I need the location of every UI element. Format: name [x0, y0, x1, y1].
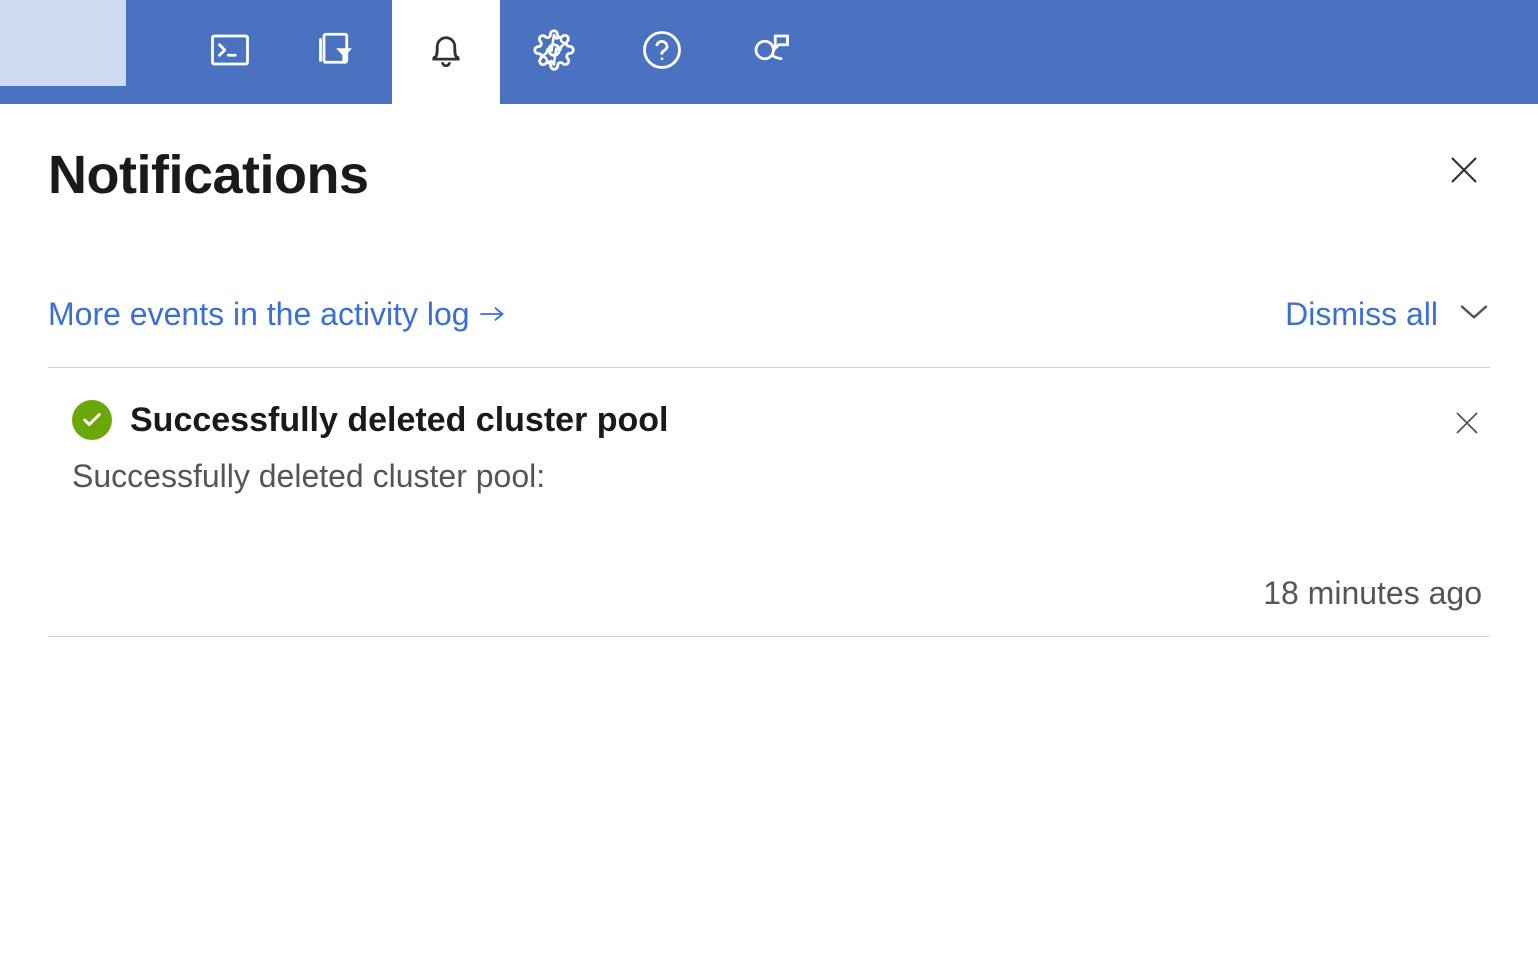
close-icon: [1452, 425, 1482, 442]
search-box[interactable]: [0, 0, 126, 86]
cloud-shell-icon: [209, 29, 251, 76]
notification-timestamp: 18 minutes ago: [72, 575, 1490, 612]
notification-item: Successfully deleted cluster pool Succes…: [48, 368, 1490, 637]
directory-filter-icon: [317, 29, 359, 76]
top-toolbar: [0, 0, 1538, 104]
help-icon: [641, 29, 683, 76]
more-events-label: More events in the activity log: [48, 296, 470, 333]
bell-icon: [425, 29, 467, 76]
dismiss-notification-button[interactable]: [1452, 408, 1482, 443]
arrow-right-icon: [478, 296, 506, 333]
panel-actions: More events in the activity log Dismiss …: [48, 296, 1490, 368]
cloud-shell-button[interactable]: [176, 0, 284, 104]
notification-title: Successfully deleted cluster pool: [130, 401, 669, 440]
expand-button[interactable]: [1458, 302, 1490, 327]
help-button[interactable]: [608, 0, 716, 104]
feedback-button[interactable]: [716, 0, 824, 104]
close-icon: [1446, 175, 1482, 192]
filter-button[interactable]: [284, 0, 392, 104]
close-panel-button[interactable]: [1438, 144, 1490, 201]
feedback-icon: [749, 29, 791, 76]
panel-title: Notifications: [48, 144, 369, 206]
settings-button[interactable]: [500, 0, 608, 104]
chevron-down-icon: [1458, 309, 1490, 326]
panel-header: Notifications: [48, 144, 1490, 206]
dismiss-all-button[interactable]: Dismiss all: [1285, 296, 1438, 333]
notifications-panel: Notifications More events in the activit…: [0, 104, 1538, 637]
gear-icon: [533, 29, 575, 76]
success-icon: [72, 400, 112, 440]
notifications-button[interactable]: [392, 0, 500, 104]
more-events-link[interactable]: More events in the activity log: [48, 296, 506, 333]
notification-body: Successfully deleted cluster pool:: [72, 458, 1490, 495]
